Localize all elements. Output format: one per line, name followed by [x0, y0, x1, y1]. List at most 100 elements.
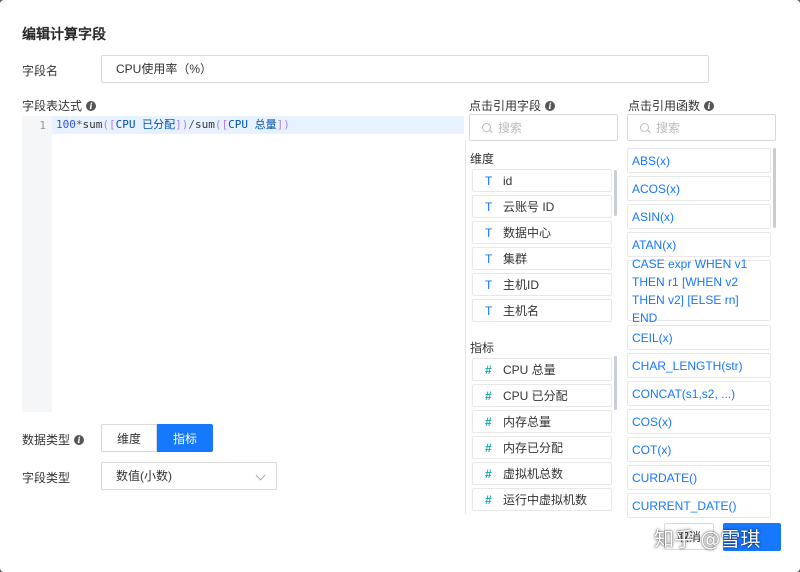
function-item[interactable]: ATAN(x)	[627, 232, 771, 257]
watermark-text: 知乎 @雪琪	[654, 527, 761, 551]
field-type-label-text: 字段类型	[22, 471, 71, 485]
number-type-icon: #	[485, 362, 492, 377]
dialog-title: 编辑计算字段	[22, 26, 106, 42]
code-operator: *	[75, 118, 83, 131]
text-type-icon: T	[485, 225, 493, 240]
function-item[interactable]: ASIN(x)	[627, 204, 771, 229]
field-item[interactable]: T 数据中心	[472, 221, 612, 244]
dimension-group-title: 维度	[470, 152, 495, 166]
code-area[interactable]: 100*sum([CPU 已分配])/sum([CPU 总量])	[52, 116, 464, 412]
number-type-icon: #	[485, 440, 492, 455]
data-type-label: 数据类型 i	[22, 431, 85, 448]
text-type-icon: T	[485, 277, 493, 292]
field-item[interactable]: T 云账号 ID	[472, 195, 612, 218]
code-function: sum	[82, 118, 103, 131]
field-search-input[interactable]: 搜索	[469, 114, 618, 141]
data-type-metric-button[interactable]: 指标	[157, 424, 213, 452]
text-type-icon: T	[485, 251, 493, 266]
field-item[interactable]: T 集群	[472, 247, 612, 270]
field-item-label: id	[503, 173, 513, 188]
field-item-label: 内存总量	[503, 415, 552, 429]
info-icon[interactable]: i	[74, 434, 85, 445]
function-item[interactable]: CHAR_LENGTH(str)	[627, 353, 771, 378]
line-number: 1	[39, 119, 46, 132]
search-icon	[482, 122, 492, 133]
field-item-label: 运行中虚拟机数	[503, 493, 588, 507]
expression-editor[interactable]: 1 100*sum([CPU 已分配])/sum([CPU 总量])	[22, 116, 464, 412]
field-item-label: 主机名	[503, 304, 540, 318]
fields-panel-title: 点击引用字段 i	[469, 97, 556, 114]
field-item-label: 虚拟机总数	[503, 467, 564, 481]
code-function: sum	[195, 118, 215, 131]
field-item-label: CPU 已分配	[503, 389, 568, 403]
expression-label-text: 字段表达式	[22, 99, 83, 113]
functions-panel-title-text: 点击引用函数	[628, 99, 701, 113]
field-item[interactable]: Tid	[472, 169, 612, 192]
function-item[interactable]: CASE expr WHEN v1 THEN r1 [WHEN v2 THEN …	[627, 257, 771, 325]
function-item[interactable]: ABS(x)	[627, 148, 771, 173]
function-search-input[interactable]: 搜索	[627, 114, 776, 141]
code-operator: /	[188, 118, 195, 131]
dimension-scrollbar[interactable]	[614, 170, 617, 216]
function-item[interactable]: CEIL(x)	[627, 325, 771, 350]
field-item[interactable]: # 内存已分配	[472, 436, 612, 459]
field-type-label: 字段类型	[22, 469, 70, 486]
info-icon[interactable]: i	[545, 100, 556, 111]
code-field-ref: CPU 总量	[228, 118, 277, 131]
field-name-label-text: 字段名	[22, 64, 59, 78]
field-item[interactable]: # 虚拟机总数	[472, 462, 612, 485]
field-item[interactable]: # CPU 总量	[472, 358, 612, 381]
field-item-label: 主机ID	[503, 278, 540, 292]
field-item-label: 集群	[503, 252, 528, 266]
info-icon[interactable]: i	[704, 100, 715, 111]
editor-gutter: 1	[22, 116, 52, 412]
text-type-icon: T	[485, 303, 493, 318]
number-type-icon: #	[485, 388, 492, 403]
metric-group-title: 指标	[470, 341, 495, 355]
field-item[interactable]: # CPU 已分配	[472, 384, 612, 407]
field-item[interactable]: # 运行中虚拟机数	[472, 488, 612, 511]
function-item[interactable]: ACOS(x)	[627, 176, 771, 201]
function-scrollbar[interactable]	[773, 148, 776, 228]
expression-label: 字段表达式 i	[22, 97, 97, 114]
function-item[interactable]: COS(x)	[627, 409, 771, 434]
data-type-dimension-button[interactable]: 维度	[101, 424, 157, 452]
field-item[interactable]: T 主机ID	[472, 273, 612, 296]
code-bracket: ([	[214, 118, 229, 131]
field-item[interactable]: # 内存总量	[472, 410, 612, 433]
field-type-value: 数值(小数)	[116, 469, 172, 483]
field-name-input[interactable]: CPU使用率（%）	[101, 55, 709, 83]
data-type-toggle: 维度 指标	[101, 424, 213, 452]
number-type-icon: #	[485, 414, 492, 429]
number-type-icon: #	[485, 466, 492, 481]
function-item[interactable]: COT(x)	[627, 437, 771, 462]
fields-panel-title-text: 点击引用字段	[469, 99, 542, 113]
field-search-placeholder: 搜索	[498, 121, 523, 135]
code-bracket: ([	[102, 118, 116, 131]
field-item-label: 内存已分配	[503, 441, 564, 455]
code-bracket: ])	[175, 118, 189, 131]
function-item[interactable]: CURRENT_DATE()	[627, 493, 771, 518]
search-icon	[640, 122, 650, 133]
metric-scrollbar[interactable]	[614, 356, 617, 410]
number-type-icon: #	[485, 492, 492, 507]
field-item-label: CPU 总量	[503, 363, 556, 377]
code-line[interactable]: 100*sum([CPU 已分配])/sum([CPU 总量])	[52, 116, 464, 134]
field-item-label: 数据中心	[503, 226, 552, 240]
text-type-icon: T	[485, 199, 493, 214]
functions-panel-title: 点击引用函数 i	[628, 97, 715, 114]
text-type-icon: T	[485, 173, 493, 188]
function-item[interactable]: CURDATE()	[627, 465, 771, 490]
field-type-select[interactable]: 数值(小数)	[101, 462, 277, 490]
field-name-label: 字段名	[22, 62, 58, 79]
field-item-label: 云账号 ID	[503, 200, 555, 214]
field-item[interactable]: T 主机名	[472, 299, 612, 322]
chevron-down-icon	[255, 470, 266, 481]
code-bracket: ])	[276, 118, 290, 131]
edit-calculated-field-dialog: 编辑计算字段 字段名 CPU使用率（%） 字段表达式 i 1 100*sum([…	[0, 0, 800, 572]
code-field-ref: CPU 已分配	[115, 118, 176, 131]
code-number: 100	[56, 118, 76, 131]
info-icon[interactable]: i	[86, 100, 97, 111]
data-type-label-text: 数据类型	[22, 433, 71, 447]
function-item[interactable]: CONCAT(s1,s2, ...)	[627, 381, 771, 406]
